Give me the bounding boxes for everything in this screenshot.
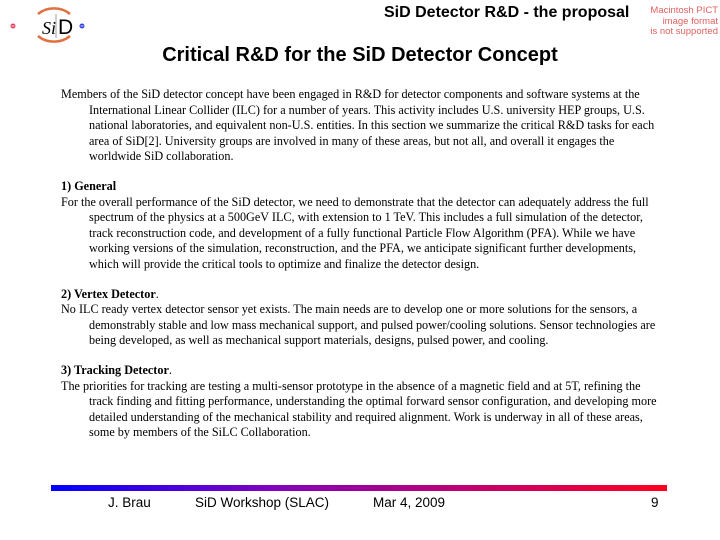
logo-d: D <box>58 16 73 39</box>
slide-title: Critical R&D for the SiD Detector Concep… <box>162 44 558 66</box>
footer-page-number: 9 <box>651 495 659 510</box>
section-body: No ILC ready vertex detector sensor yet … <box>61 302 656 348</box>
logo-arc-top <box>37 7 71 15</box>
intro-paragraph: Members of the SiD detector concept have… <box>61 87 655 164</box>
section-heading: 3) Tracking Detector. <box>61 362 172 377</box>
footer-gradient-bar <box>51 485 667 491</box>
section-general: 1) General For the overall performance o… <box>61 179 661 273</box>
footer-author: J. Brau <box>108 495 151 510</box>
pict-unsupported-notice: Macintosh PICT image format is not suppo… <box>650 5 718 37</box>
section-heading: 2) Vertex Detector. <box>61 286 159 301</box>
section-vertex-detector: 2) Vertex Detector. No ILC ready vertex … <box>61 287 661 349</box>
footer-event: SiD Workshop (SLAC) <box>195 495 330 510</box>
header-title: SiD Detector R&D - the proposal <box>384 4 630 21</box>
section-tracking-detector: 3) Tracking Detector. The priorities for… <box>61 363 661 441</box>
section-heading: 1) General <box>61 178 117 193</box>
logo-si: Si <box>42 18 56 38</box>
section-body: For the overall performance of the SiD d… <box>61 194 649 271</box>
slide-content: Members of the SiD detector concept have… <box>61 87 661 455</box>
sid-logo: Si D <box>8 2 98 48</box>
footer-date: Mar 4, 2009 <box>373 495 446 510</box>
section-body: The priorities for tracking are testing … <box>61 378 657 440</box>
